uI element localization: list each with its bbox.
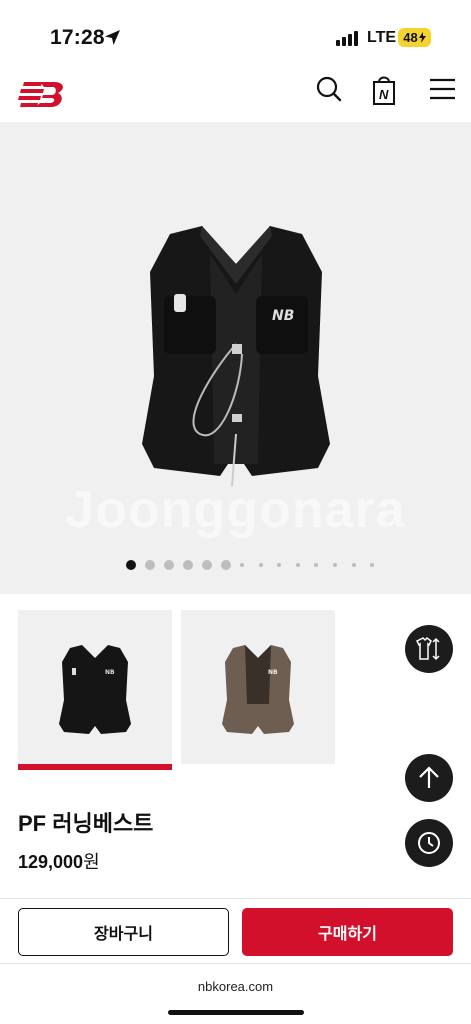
price-currency: 원 (83, 852, 100, 872)
pagination-dot[interactable] (126, 560, 136, 570)
size-guide-button[interactable] (405, 625, 453, 673)
home-indicator[interactable] (168, 1010, 304, 1015)
location-arrow-icon (105, 30, 120, 45)
browser-url[interactable]: nbkorea.com (0, 979, 471, 994)
pagination-dot[interactable] (332, 563, 337, 567)
purchase-bar: 장바구니 구매하기 nbkorea.com (0, 898, 471, 1024)
bag-letter: N (379, 87, 389, 102)
buy-now-button[interactable]: 구매하기 (242, 908, 453, 956)
search-icon[interactable] (316, 75, 342, 103)
color-thumbnails: NB NB (18, 610, 335, 764)
status-bar: 17:28 LTE 48 (0, 0, 471, 66)
add-to-cart-button[interactable]: 장바구니 (18, 908, 229, 956)
svg-text:NB: NB (268, 669, 278, 676)
pagination-dot[interactable] (221, 560, 231, 570)
image-watermark: Joonggonara (65, 481, 406, 539)
thumbnail-selected-indicator (18, 764, 172, 770)
site-header: N (0, 66, 471, 122)
thumbnail-brown[interactable]: NB (181, 610, 335, 764)
divider (0, 963, 471, 964)
pagination-dot[interactable] (240, 563, 244, 567)
product-image-gallery[interactable]: NB Joonggonara (0, 122, 471, 594)
arrow-up-icon (419, 766, 439, 788)
svg-text:NB: NB (105, 669, 115, 676)
network-type: LTE (367, 29, 397, 46)
pagination-dot[interactable] (295, 563, 300, 567)
scroll-top-button[interactable] (405, 754, 453, 802)
product-main-image: NB (142, 226, 330, 487)
pagination-dot[interactable] (277, 563, 282, 567)
charging-bolt-icon (418, 32, 426, 43)
pagination-dot[interactable] (145, 560, 155, 570)
shirt-size-icon (415, 637, 440, 661)
pagination-dot[interactable] (164, 560, 174, 570)
new-balance-logo[interactable] (18, 74, 68, 112)
thumbnail-brown-image: NB (222, 645, 294, 734)
recently-viewed-button[interactable] (405, 819, 453, 867)
status-time: 17:28 (50, 26, 105, 49)
pagination-dot[interactable] (202, 560, 212, 570)
signal-icon (336, 30, 358, 46)
carousel-pagination (126, 560, 389, 570)
shopping-bag-button[interactable]: N (372, 75, 396, 105)
pagination-dot[interactable] (183, 560, 193, 570)
product-price: 129,000원 (18, 848, 100, 874)
pagination-dot[interactable] (351, 563, 356, 567)
product-title: PF 러닝베스트 (18, 811, 154, 836)
thumbnail-black[interactable]: NB (18, 610, 172, 764)
svg-text:NB: NB (272, 308, 294, 324)
clock-icon (418, 832, 440, 854)
battery-level: 48 (403, 30, 418, 45)
battery-indicator: 48 (398, 28, 431, 47)
pagination-dot[interactable] (370, 563, 375, 567)
thumbnail-black-image: NB (59, 645, 131, 734)
hamburger-menu-icon[interactable] (430, 78, 455, 100)
pagination-dot[interactable] (258, 563, 263, 567)
pagination-dot[interactable] (314, 563, 319, 567)
price-value: 129,000 (18, 852, 84, 872)
